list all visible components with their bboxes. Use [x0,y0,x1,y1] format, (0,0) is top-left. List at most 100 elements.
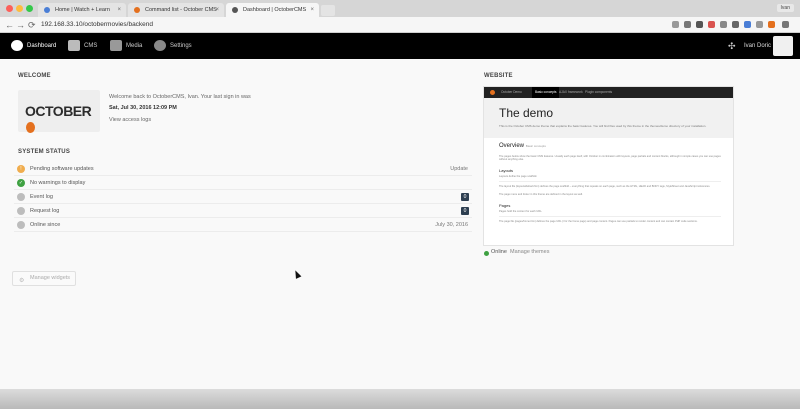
menu-icon[interactable] [782,21,789,28]
nav-item-cms[interactable]: CMS [68,33,102,59]
back-arrow-icon[interactable]: ← [5,19,14,31]
nav-item-label: Media [126,43,143,49]
last-sign-in-date: Sat, Jul 30, 2016 12:09 PM [109,105,177,111]
address-bar: ← → ⟳ 192.168.33.10/octobermovies/backen… [0,17,800,33]
manage-themes-link[interactable]: Manage themes [510,249,549,255]
reload-icon[interactable]: ⟳ [28,19,36,31]
extension-icon[interactable] [732,21,739,28]
maximize-window-icon[interactable] [26,5,33,12]
browser-tab-strip: Home | Watch + Learn × Command list - Oc… [0,0,800,17]
cms-icon [68,40,80,51]
welcome-message: Welcome back to OctoberCMS, Ivan. Your l… [109,94,251,100]
nav-item-settings[interactable]: Settings [154,33,196,59]
browser-profile-button[interactable]: Ivan [776,4,794,12]
preview-paragraph: The page menu and footer in this theme a… [499,193,583,196]
preview-brand: October Demo [501,90,522,94]
close-tab-icon[interactable]: × [310,3,314,17]
preview-body: Overview Basic concepts The pages below … [484,138,733,245]
view-access-logs-link[interactable]: View access logs [109,117,151,123]
close-tab-icon[interactable]: × [117,3,121,17]
manage-widgets-button[interactable]: ⚙ Manage widgets [12,271,76,286]
extension-icon[interactable] [756,21,763,28]
manage-widgets-label: Manage widgets [30,275,71,281]
preview-nav-item: Plugin components [585,90,613,94]
status-label: No warnings to display [30,180,86,186]
october-drop-icon [26,122,35,133]
status-row-event-log[interactable]: Event log 0 [14,190,472,204]
status-label: Online since [30,222,61,228]
close-window-icon[interactable] [6,5,13,12]
preview-paragraph: Pages hold the content for each URL. [499,210,543,213]
bookmark-star-icon[interactable] [672,21,679,28]
browser-tab-command-list[interactable]: Command list - October CMS × [128,3,224,17]
october-drop-icon [490,90,495,95]
check-icon: ✓ [17,179,25,187]
event-log-icon [17,193,25,201]
gear-icon[interactable]: ✣ [728,41,736,51]
preview-layouts-heading: Layouts [499,168,514,173]
new-tab-button[interactable] [321,5,335,16]
october-logo: OCTOBER [18,90,100,133]
favicon-icon [44,7,50,13]
preview-paragraph: The page file (pages/home.htm) defines t… [499,220,698,223]
status-row-warnings: ✓ No warnings to display [14,176,472,190]
tab-label: Command list - October CMS [145,7,217,13]
preview-paragraph: The layout file (layouts/default.htm) de… [499,185,711,188]
preview-overview-small: Basic concepts [525,144,546,148]
status-label: Event log [30,194,53,200]
status-label: Request log [30,208,60,214]
status-row-request-log[interactable]: Request log 0 [14,204,472,218]
warning-icon: ! [17,165,25,173]
extension-icon[interactable] [768,21,775,28]
avatar[interactable] [773,36,793,56]
tab-label: Home | Watch + Learn [55,7,110,13]
account-name[interactable]: Ivan Doric [744,33,771,59]
online-status-icon [484,251,489,256]
preview-overview-text: Overview [499,143,525,149]
website-preview[interactable]: October Demo Basic concepts AJAX framewo… [483,86,734,246]
count-badge: 0 [461,207,469,215]
nav-item-label: Dashboard [27,43,57,49]
minimize-window-icon[interactable] [16,5,23,12]
close-tab-icon[interactable]: × [215,3,219,17]
online-status: Online [491,249,507,255]
count-badge: 0 [461,193,469,201]
backend-main-nav: Dashboard CMS Media Settings ✣ Ivan Dori… [0,33,800,59]
screen-bottom-fade [0,389,800,409]
status-label: Pending software updates [30,166,94,172]
logo-text: OCTOBER [25,103,92,119]
extension-icon[interactable] [696,21,703,28]
clock-icon [17,221,25,229]
preview-paragraph: Layouts define the page scaffold. [499,175,538,178]
tab-label: Dashboard | OctoberCMS [243,7,307,13]
forward-arrow-icon[interactable]: → [16,19,25,31]
preview-divider [499,181,721,182]
preview-pages-heading: Pages [499,203,511,208]
extension-icon[interactable] [684,21,691,28]
welcome-title: WELCOME [18,73,51,79]
preview-intro: This is the October CMS demo theme that … [499,124,707,128]
nav-item-dashboard[interactable]: Dashboard [11,33,59,59]
preview-navbar: October Demo Basic concepts AJAX framewo… [484,87,733,98]
browser-tab-dashboard[interactable]: Dashboard | OctoberCMS × [226,3,319,17]
favicon-icon [134,7,140,13]
preview-paragraph: The pages below show the basic CMS featu… [499,155,721,162]
status-row-updates[interactable]: ! Pending software updates Update [14,162,472,176]
extension-icon[interactable] [708,21,715,28]
browser-tab-home[interactable]: Home | Watch + Learn × [38,3,126,17]
nav-item-media[interactable]: Media [110,33,146,59]
status-row-online-since: Online since July 30, 2016 [14,218,472,232]
nav-item-label: CMS [84,43,98,49]
url-input[interactable]: 192.168.33.10/octobermovies/backend [41,20,153,30]
update-link[interactable]: Update [450,165,468,173]
nav-item-label: Settings [170,43,192,49]
online-since-date: July 30, 2016 [435,222,468,228]
preview-heading: The demo [499,106,554,120]
request-log-icon [17,207,25,215]
preview-overview-heading: Overview Basic concepts [499,143,546,149]
system-status-title: SYSTEM STATUS [18,149,71,155]
favicon-icon [232,7,238,13]
extension-icon[interactable] [744,21,751,28]
website-title: WEBSITE [484,73,513,79]
extension-icon[interactable] [720,21,727,28]
